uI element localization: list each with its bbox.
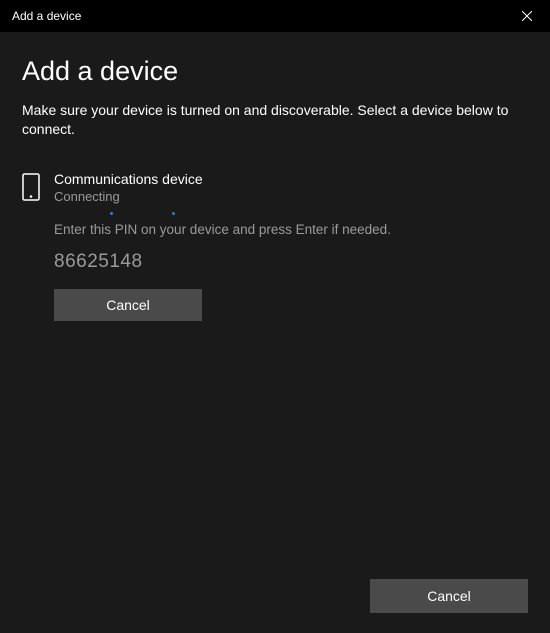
device-info: Communications device Connecting Enter t… [54,171,528,321]
pin-code: 86625148 [54,251,528,273]
phone-icon [22,173,40,206]
close-button[interactable] [504,0,550,32]
footer: Cancel [370,579,528,613]
cancel-button[interactable]: Cancel [370,579,528,613]
content-area: Add a device Make sure your device is tu… [0,32,550,321]
progress-indicator [54,218,528,222]
titlebar: Add a device [0,0,550,32]
progress-dot [172,212,175,215]
device-cancel-button[interactable]: Cancel [54,289,202,321]
progress-dot [110,212,113,215]
device-item: Communications device Connecting Enter t… [22,171,528,321]
pin-instruction: Enter this PIN on your device and press … [54,222,528,237]
window-title: Add a device [12,9,81,23]
page-subtext: Make sure your device is turned on and d… [22,101,528,139]
device-name: Communications device [54,171,528,187]
close-icon [522,11,532,21]
page-title: Add a device [22,56,528,87]
device-status: Connecting [54,189,528,204]
